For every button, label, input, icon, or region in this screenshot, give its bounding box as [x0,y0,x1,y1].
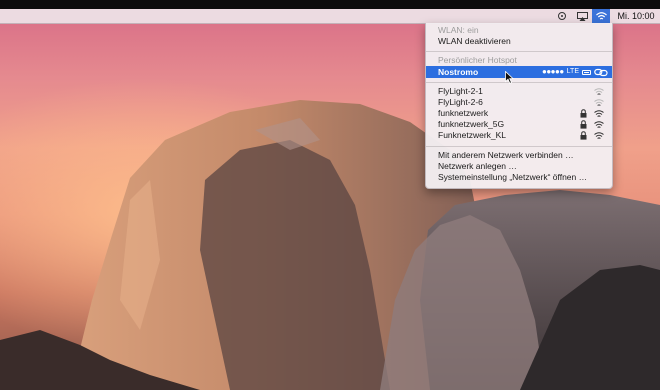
action-label: Netzwerk anlegen … [438,161,517,171]
clock[interactable]: Mi. 10:00 [612,9,660,23]
lock-icon [580,109,587,118]
action-label: Systemeinstellung „Netzwerk“ öffnen … [438,172,588,182]
lock-icon [580,120,587,129]
hotspot-heading-label: Persönlicher Hotspot [438,55,517,65]
network-item[interactable]: FlyLight-2-6 [426,97,612,108]
network-name: FlyLight-2-1 [438,86,483,96]
wifi-toggle-label: WLAN deaktivieren [438,36,511,46]
network-type: LTE [566,68,579,75]
open-network-preferences-item[interactable]: Systemeinstellung „Netzwerk“ öffnen … [426,172,612,183]
wifi-signal-weak-icon [594,87,604,95]
battery-icon [582,69,591,75]
record-icon[interactable] [554,9,570,23]
menu-bar: Mi. 10:00 [0,9,660,24]
network-item[interactable]: funknetzwerk [426,108,612,119]
wifi-signal-weak-icon [594,98,604,106]
link-icon [594,68,608,76]
network-name: FlyLight-2-6 [438,97,483,107]
network-name: funknetzwerk_5G [438,119,505,129]
hotspot-name: Nostromo [438,67,479,77]
network-item[interactable]: funknetzwerk_5G [426,119,612,130]
wifi-signal-full-icon [594,120,604,128]
create-network-item[interactable]: Netzwerk anlegen … [426,161,612,172]
network-item[interactable]: Funknetzwerk_KL [426,130,612,141]
menu-divider [426,82,612,83]
wifi-signal-full-icon [594,109,604,117]
signal-dots: ●●●●● [542,67,564,76]
hotspot-item-nostromo[interactable]: Nostromo ●●●●● LTE [426,66,612,78]
network-item[interactable]: FlyLight-2-1 [426,86,612,97]
action-label: Mit anderem Netzwerk verbinden … [438,150,574,160]
join-other-network-item[interactable]: Mit anderem Netzwerk verbinden … [426,150,612,161]
wifi-icon[interactable] [592,9,610,23]
hotspot-heading: Persönlicher Hotspot [426,55,612,66]
top-black-strip [0,0,660,9]
wifi-signal-full-icon [594,131,604,139]
menu-divider [426,51,612,52]
menu-divider [426,146,612,147]
lock-icon [580,131,587,140]
wifi-status-label: WLAN: ein [438,25,479,35]
network-name: Funknetzwerk_KL [438,130,507,140]
mouse-cursor-icon [505,71,514,84]
wifi-status: WLAN: ein [426,25,612,36]
airplay-icon[interactable] [574,9,590,23]
network-name: funknetzwerk [438,108,489,118]
wifi-menu: WLAN: ein WLAN deaktivieren Persönlicher… [425,23,613,189]
wifi-toggle-item[interactable]: WLAN deaktivieren [426,36,612,47]
